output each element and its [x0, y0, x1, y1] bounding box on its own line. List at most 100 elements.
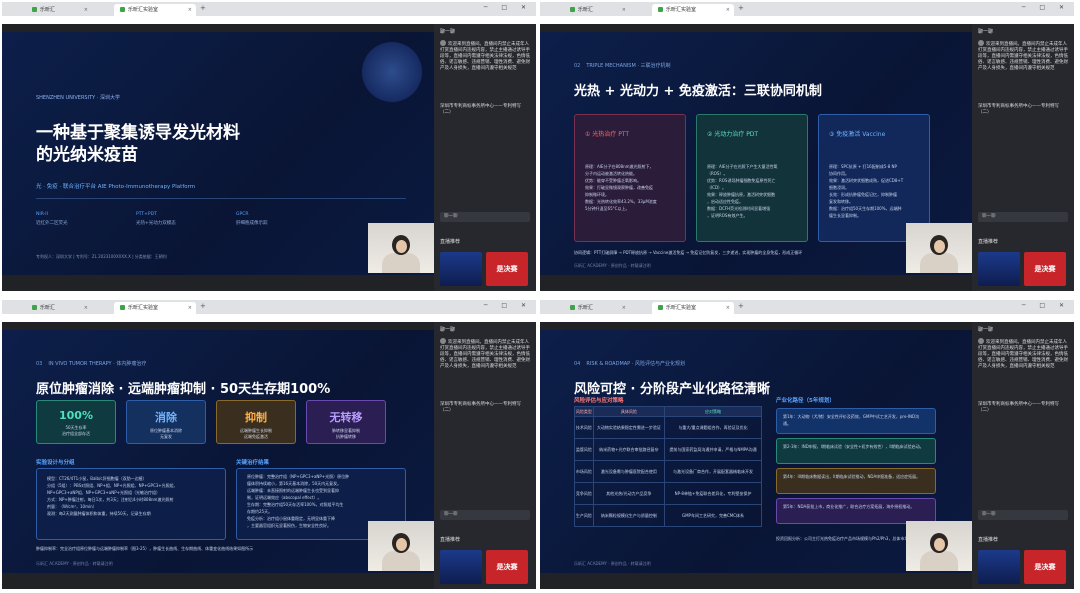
browser-tab-active[interactable]: 乐昕汇实验室 ×	[114, 302, 196, 314]
presenter-video[interactable]	[368, 223, 434, 273]
text-line: 细胞浸润。	[829, 185, 849, 190]
text-line: 5分钟升温至65°C以上。	[585, 206, 630, 211]
live-app: 04 RISK & ROADMAP · 风险评估与产业化规划 风险可控 · 分阶段…	[540, 322, 1074, 589]
chat-title: 聊一聊	[440, 29, 456, 35]
chat-title: 聊一聊	[440, 327, 456, 333]
live-app: 03 IN VIVO TUMOR THERAPY · 体内肿瘤治疗 原位肿瘤消除 …	[2, 322, 536, 589]
avatar	[440, 40, 446, 46]
close-icon[interactable]: ×	[726, 4, 730, 16]
text-line: 复发和转移。	[829, 199, 853, 204]
window-controls[interactable]: ─ □ ✕	[1022, 302, 1070, 309]
chat-message: 深圳市专利商标事务所中心——专利特写（二）	[440, 402, 521, 413]
chat-input[interactable]: 聊一聊	[978, 510, 1068, 520]
recommend-card[interactable]	[440, 550, 482, 584]
text-line: 剂量：（W/cm²，10min）	[47, 504, 97, 509]
new-tab-button[interactable]: +	[200, 302, 206, 310]
divider	[36, 198, 406, 199]
chat-title: 聊一聊	[978, 327, 994, 333]
risk-section-title: 风险评估与应对策略	[574, 398, 624, 404]
avatar	[978, 40, 984, 46]
close-icon[interactable]: ×	[84, 302, 88, 314]
stat-card: 抑制 远端肿瘤生长抑制 远端免疫激活	[216, 400, 296, 444]
card-pdt: ② 光动力治疗 PDT 原理：AIE分子在光照下产生大量活性氧 （ROS）。 优势：…	[696, 114, 808, 242]
text-line: （ROS）。	[707, 171, 728, 176]
recommend-card[interactable]	[978, 550, 1020, 584]
browser-tab[interactable]: 乐昕汇 ×	[26, 4, 92, 16]
decor-circle	[362, 42, 422, 102]
table-row: 市场风险 激光设备需与肿瘤医院配合使用 与激光设备厂商合作，开展配套器械临床开发	[574, 460, 762, 483]
chat-input[interactable]: 聊一聊	[440, 510, 530, 520]
slide-footer: 乐昕汇 ACADEMY · 原创作品 · 转载请注明	[574, 263, 651, 268]
text-line: 优势：ROS诱导肿瘤细胞免疫原性死亡	[707, 178, 776, 183]
slide-title: 光热 + 光动力 + 免疫激活：三联协同机制	[574, 84, 822, 99]
text-line: 长效：形成抗肿瘤免疫记忆，抑制肿瘤	[829, 192, 897, 197]
close-icon[interactable]: ×	[188, 302, 192, 314]
recommend-card[interactable]: 是决赛	[1024, 252, 1066, 286]
browser-tab-active[interactable]: 乐昕汇实验室 ×	[652, 4, 734, 16]
chat-panel: 聊一聊 欢迎来到直播间。直播间内禁止未成年人打赏直播间内违规内容，禁止主播通过诱…	[972, 24, 1074, 291]
text-line: 协同作用。	[829, 171, 849, 176]
design-box: 模型：CT26/4T1小鼠，Balb/c肝细胞瘤（双肋一边植） 分组（5组）：PB…	[36, 468, 226, 540]
stat-card: 100% 50天生存率 治疗组全部存活	[36, 400, 116, 444]
tab-favicon-icon	[658, 7, 663, 12]
browser-tab[interactable]: 乐昕汇 ×	[564, 4, 630, 16]
chat-panel: 聊一聊 欢迎来到直播间。直播间内禁止未成年人打赏直播间内违规内容，禁止主播通过诱…	[434, 322, 536, 589]
new-tab-button[interactable]: +	[738, 302, 744, 310]
col-header: 应对策略	[664, 406, 762, 417]
new-tab-button[interactable]: +	[738, 4, 744, 12]
slide-title: 风险可控 · 分阶段产业化路径清晰	[574, 382, 770, 397]
text-line: 原位肿瘤：完整治疗组（NP+GPC3+aNP+光照）原位肿	[247, 474, 350, 479]
browser-tab[interactable]: 乐昕汇 ×	[26, 302, 92, 314]
browser-tabbar: 乐昕汇 × 乐昕汇实验室 × + ─ □ ✕	[540, 2, 1074, 16]
live-app: SHENZHEN UNIVERSITY · 深圳大学 一种基于聚集诱导发光材料的…	[2, 24, 536, 291]
recommend-card[interactable]	[978, 252, 1020, 286]
close-icon[interactable]: ×	[622, 302, 626, 314]
text-line: 数据：DCFH荧光检测时间显著增强	[707, 206, 771, 211]
text-line: 分组（5组）：PBS对照组、NP+组、NP+光照组、NP+GPC3+光照组、	[47, 483, 178, 488]
chat-input[interactable]: 聊一聊	[978, 212, 1068, 222]
browser-toolbar	[2, 314, 536, 322]
text-line: 原理：SPC抗原 + 打16配制成5-8 NP	[829, 164, 897, 169]
close-icon[interactable]: ×	[84, 4, 88, 16]
close-icon[interactable]: ×	[726, 302, 730, 314]
chat-panel: 聊一聊 欢迎来到直播间。直播间内禁止未成年人打赏直播间内违规内容，禁止主播通过诱…	[972, 322, 1074, 589]
browser-tab[interactable]: 乐昕汇 ×	[564, 302, 630, 314]
chat-panel: 聊一聊 欢迎来到直播间。直播间内禁止未成年人打赏直播间内违规内容，禁止主播通过诱…	[434, 24, 536, 291]
recommend-title: 直播推荐	[440, 537, 461, 543]
chat-input[interactable]: 聊一聊	[440, 212, 530, 222]
right-section-title: 关键治疗结果	[236, 460, 270, 466]
window-controls[interactable]: ─ □ ✕	[1022, 4, 1070, 11]
screen-capture-3: 乐昕汇 × 乐昕汇实验室 × + ─ □ ✕ 03 IN VIVO TUMOR THE…	[2, 300, 536, 589]
browser-toolbar	[540, 16, 1074, 24]
presenter-video[interactable]	[906, 521, 972, 571]
recommend-card[interactable]: 是决赛	[486, 550, 528, 584]
presenter-video[interactable]	[368, 521, 434, 571]
text-line: 方式：NP+肿瘤注射，每日1次，共3天；注射后4小时808nm激光照射	[47, 497, 174, 502]
close-icon[interactable]: ×	[622, 4, 626, 16]
recommend-card[interactable]	[440, 252, 482, 286]
close-icon[interactable]: ×	[188, 4, 192, 16]
table-row: 监管风险 纳米药物+光疗联合审批路径复杂 提前与国家药监局沟通并申请，严格与NMPA…	[574, 438, 762, 461]
col-header: 风险类型	[574, 406, 594, 417]
text-line: 观测：每2天测量肿瘤体积和体重，持续50天，记录生存期	[47, 511, 151, 516]
table-row: 竞争风险 其他光热/光动力产品竞争 NP-8单链+免疫联合差异化，专利壁垒保护	[574, 482, 762, 505]
slide-footer: 乐昕汇 ACADEMY · 原创作品 · 转载请注明	[36, 561, 113, 566]
recommend-title: 直播推荐	[440, 239, 461, 245]
text-line: 数据：光热转化效率43.2%，33μM浓度	[585, 199, 657, 204]
text-line: 原理：AIE分子在808nm激光照射下，	[585, 164, 654, 169]
browser-tab-active[interactable]: 乐昕汇实验室 ×	[652, 302, 734, 314]
text-line: NP+GPC3+aNP组、NP+GPC3+aNP+光照组（光敏治疗组）	[47, 490, 160, 495]
recommend-title: 直播推荐	[978, 537, 999, 543]
presenter-video[interactable]	[906, 223, 972, 273]
text-line: 效果：激活树突状细胞成熟，促进CD8+T	[829, 178, 904, 183]
patent-info: 专利权人：深圳大学 | 专利号：ZL 2023100XXXX.X | 分类依据：…	[36, 254, 167, 259]
bottom-bar	[2, 275, 434, 291]
recommend-card[interactable]: 是决赛	[1024, 550, 1066, 584]
window-controls[interactable]: ─ □ ✕	[484, 302, 532, 309]
browser-tab-active[interactable]: 乐昕汇实验室 ×	[114, 4, 196, 16]
recommend-title: 直播推荐	[978, 239, 999, 245]
new-tab-button[interactable]: +	[200, 4, 206, 12]
recommend-card[interactable]: 是决赛	[486, 252, 528, 286]
window-controls[interactable]: ─ □ ✕	[484, 4, 532, 11]
screen-capture-1: 乐昕汇 × 乐昕汇实验室 × + ─ □ ✕ SHENZHEN UNIVERSITY…	[2, 2, 536, 291]
